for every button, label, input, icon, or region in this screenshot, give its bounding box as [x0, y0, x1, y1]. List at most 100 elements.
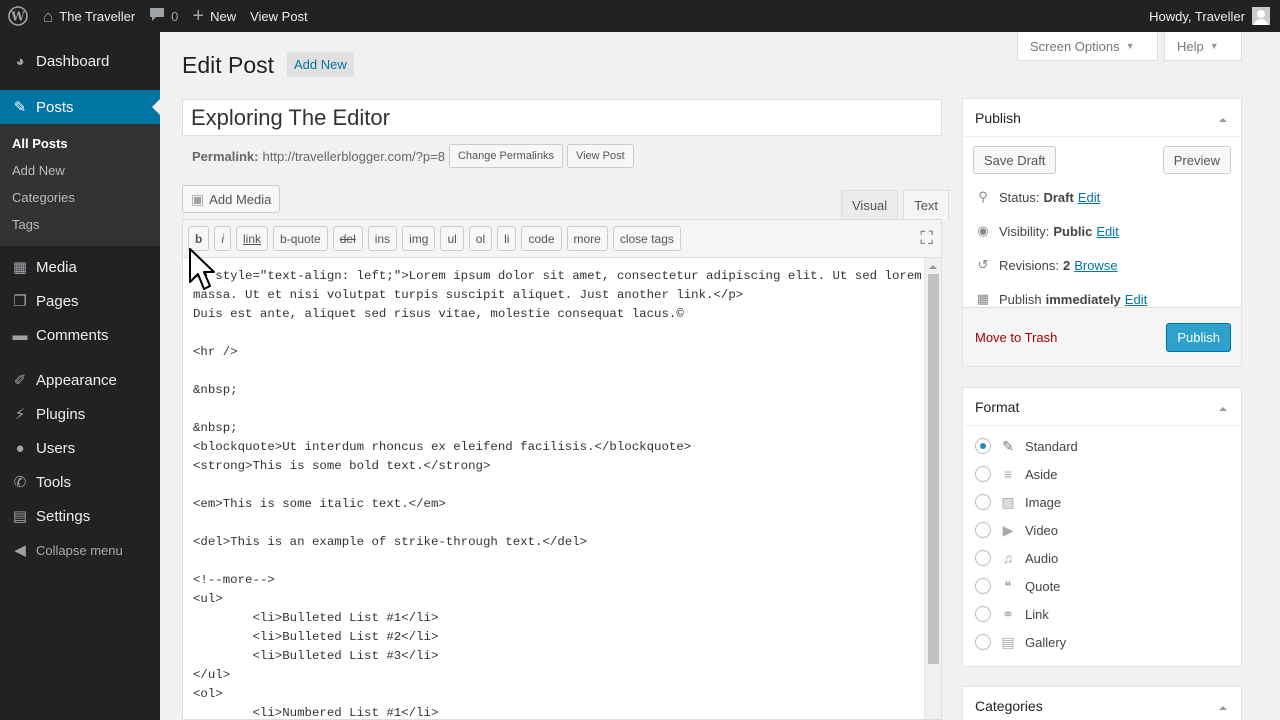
qt-ol-button[interactable]: ol — [468, 226, 493, 251]
format-option-gallery[interactable]: ▤ Gallery — [975, 628, 1241, 656]
format-option-video[interactable]: ▶ Video — [975, 516, 1241, 544]
view-post-link[interactable]: View Post — [243, 0, 315, 32]
add-media-button[interactable]: ▣ Add Media — [182, 185, 281, 213]
edit-visibility-link[interactable]: Edit — [1096, 224, 1118, 239]
menu-posts[interactable]: ✎ Posts — [0, 90, 160, 124]
menu-pages[interactable]: ❐ Pages — [0, 284, 160, 318]
menu-plugins[interactable]: ⚡ Plugins — [0, 397, 160, 431]
menu-dashboard[interactable]: ◕ Dashboard — [0, 32, 160, 90]
submenu-tags[interactable]: Tags — [0, 211, 160, 238]
submenu-add-new[interactable]: Add New — [0, 157, 160, 184]
new-label: New — [210, 8, 237, 24]
qt-ul-button[interactable]: ul — [440, 226, 464, 251]
qt-del-button[interactable]: del — [332, 226, 363, 251]
collapse-menu-button[interactable]: ◀ Collapse menu — [0, 533, 160, 567]
new-content-link[interactable]: + New — [185, 0, 243, 32]
format-label: Video — [1025, 522, 1059, 538]
site-name-link[interactable]: ⌂ The Traveller — [36, 0, 142, 32]
menu-label: Media — [36, 258, 77, 276]
radio-button[interactable] — [975, 550, 991, 566]
format-box-header[interactable]: Format — [963, 388, 1241, 426]
qt-li-button[interactable]: li — [497, 226, 517, 251]
post-title-input[interactable]: Exploring The Editor — [182, 99, 942, 136]
visibility-row: ◉ Visibility: Public Edit — [963, 214, 1241, 248]
content-textarea[interactable]: <p style="text-align: left;">Lorem ipsum… — [182, 257, 942, 720]
menu-label: Users — [36, 439, 76, 457]
format-option-aside[interactable]: ≡ Aside — [975, 460, 1241, 488]
wrench-icon: ✆ — [13, 474, 27, 491]
tab-visual[interactable]: Visual — [841, 190, 899, 220]
edit-timestamp-link[interactable]: Edit — [1125, 292, 1147, 307]
menu-label: Collapse menu — [36, 542, 123, 558]
menu-label: Settings — [36, 507, 91, 525]
format-option-standard[interactable]: ✎ Standard — [975, 432, 1241, 460]
status-label: Status: — [999, 189, 1040, 205]
radio-button[interactable] — [975, 606, 991, 622]
music-note-icon: ♫ — [1002, 550, 1014, 566]
qt-more-button[interactable]: more — [566, 226, 608, 251]
radio-button[interactable] — [975, 578, 991, 594]
scrollbar-thumb[interactable] — [928, 274, 939, 664]
collapse-arrow-icon[interactable] — [1219, 114, 1227, 122]
add-new-button[interactable]: Add New — [287, 52, 354, 77]
permalink-label: Permalink: — [192, 148, 259, 164]
permalink-url[interactable]: http://travellerblogger.com/?p=8 — [262, 149, 444, 164]
view-post-button[interactable]: View Post — [566, 144, 634, 168]
browse-revisions-link[interactable]: Browse — [1074, 258, 1117, 273]
edit-status-link[interactable]: Edit — [1078, 190, 1100, 205]
format-label: Aside — [1025, 466, 1058, 482]
menu-tools[interactable]: ✆ Tools — [0, 465, 160, 499]
move-to-trash-link[interactable]: Move to Trash — [975, 330, 1057, 345]
editor-scrollbar[interactable] — [924, 258, 941, 719]
screen-options-tab[interactable]: Screen Options ▼ — [1017, 32, 1158, 61]
fullscreen-icon[interactable]: ⛶ — [920, 228, 933, 249]
categories-box-header[interactable]: Categories — [963, 687, 1241, 720]
format-option-audio[interactable]: ♫ Audio — [975, 544, 1241, 572]
change-permalinks-button[interactable]: Change Permalinks — [448, 144, 563, 168]
radio-button[interactable] — [975, 466, 991, 482]
qt-ins-button[interactable]: ins — [367, 226, 398, 251]
comments-link[interactable]: 0 — [142, 0, 185, 32]
qt-code-button[interactable]: code — [521, 226, 562, 251]
radio-button[interactable] — [975, 494, 991, 510]
radio-button[interactable] — [975, 522, 991, 538]
format-option-image[interactable]: ▨ Image — [975, 488, 1241, 516]
menu-settings[interactable]: ▤ Settings — [0, 499, 160, 533]
collapse-arrow-icon[interactable] — [1219, 403, 1227, 411]
revisions-label: Revisions: — [999, 257, 1059, 273]
menu-appearance[interactable]: ✐ Appearance — [0, 363, 160, 397]
help-tab[interactable]: Help ▼ — [1164, 32, 1242, 61]
collapse-arrow-icon: ◀ — [14, 542, 26, 559]
qt-img-button[interactable]: img — [402, 226, 436, 251]
qt-link-button[interactable]: link — [236, 226, 269, 251]
format-option-link[interactable]: ⚭ Link — [975, 600, 1241, 628]
menu-media[interactable]: ▦ Media — [0, 250, 160, 284]
publish-time-value: immediately — [1045, 291, 1121, 307]
wordpress-logo-icon[interactable]: W — [0, 0, 36, 32]
format-label: Link — [1025, 606, 1049, 622]
revisions-row: ↺ Revisions: 2 Browse — [963, 248, 1241, 282]
content-text: <p style="text-align: left;">Lorem ipsum… — [193, 269, 922, 720]
format-label: Image — [1025, 494, 1062, 510]
save-draft-button[interactable]: Save Draft — [973, 146, 1057, 174]
tab-text[interactable]: Text — [903, 190, 950, 220]
visibility-label: Visibility: — [999, 223, 1050, 239]
menu-users[interactable]: ● Users — [0, 431, 160, 465]
qt-italic-button[interactable]: i — [214, 226, 232, 251]
submenu-all-posts[interactable]: All Posts — [0, 130, 160, 157]
menu-comments[interactable]: ▬ Comments — [0, 318, 160, 352]
qt-blockquote-button[interactable]: b-quote — [273, 226, 328, 251]
radio-button[interactable] — [975, 634, 991, 650]
quicktags-toolbar: b i link b-quote del ins img ul ol li co… — [182, 219, 942, 257]
qt-close-tags-button[interactable]: close tags — [612, 226, 681, 251]
publish-box-header[interactable]: Publish — [963, 99, 1241, 137]
format-option-quote[interactable]: ❝ Quote — [975, 572, 1241, 600]
submenu-categories[interactable]: Categories — [0, 184, 160, 211]
preview-button[interactable]: Preview — [1162, 146, 1231, 174]
radio-button[interactable] — [975, 438, 991, 454]
pushpin-icon: ✎ — [13, 99, 27, 116]
my-account-menu[interactable]: Howdy, Traveller — [1142, 0, 1280, 32]
collapse-arrow-icon[interactable] — [1219, 702, 1227, 710]
publish-actions: Save Draft Preview — [963, 137, 1241, 180]
publish-button[interactable]: Publish — [1166, 322, 1231, 352]
